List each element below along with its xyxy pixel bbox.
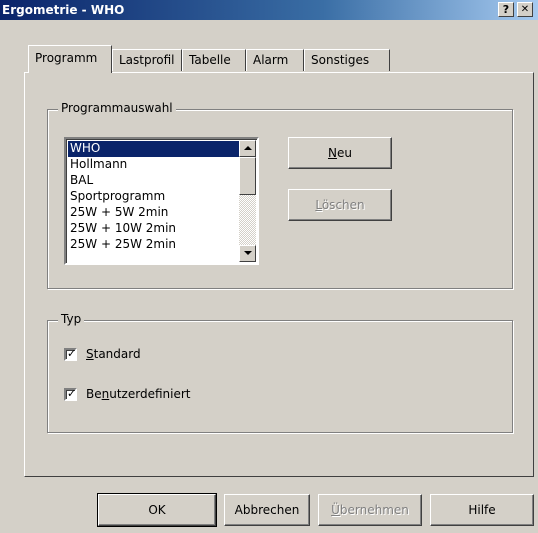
abbrechen-button[interactable]: Abbrechen bbox=[224, 494, 310, 526]
tab-sonstiges[interactable]: Sonstiges bbox=[304, 49, 390, 71]
dialog-window: Ergometrie - WHO ? ✕ Programm Lastprofil… bbox=[0, 0, 538, 533]
listbox-scrollbar[interactable] bbox=[239, 140, 256, 262]
ok-button[interactable]: OK bbox=[97, 493, 217, 527]
scroll-thumb[interactable] bbox=[239, 157, 256, 195]
scroll-down-button[interactable] bbox=[239, 245, 256, 262]
window-title: Ergometrie - WHO bbox=[2, 3, 125, 17]
uebernehmen-button[interactable]: Übernehmen bbox=[318, 494, 422, 526]
standard-checkbox[interactable]: ✓ bbox=[64, 348, 77, 361]
list-item-25w-10w[interactable]: 25W + 10W 2min bbox=[68, 221, 240, 237]
arrow-up-icon bbox=[244, 146, 252, 150]
close-icon[interactable]: ✕ bbox=[517, 2, 533, 17]
programmauswahl-label: Programmauswahl bbox=[58, 101, 176, 115]
neu-text-post: eu bbox=[336, 146, 352, 160]
standard-accel-key: S bbox=[86, 347, 94, 361]
check-icon: ✓ bbox=[67, 387, 77, 400]
tab-alarm[interactable]: Alarm bbox=[246, 49, 304, 71]
typ-label: Typ bbox=[58, 312, 85, 326]
standard-text-post: tandard bbox=[93, 347, 141, 361]
tab-tabelle[interactable]: Tabelle bbox=[182, 49, 246, 71]
tab-lastprofil[interactable]: Lastprofil bbox=[112, 49, 182, 71]
list-item-25w-25w[interactable]: 25W + 25W 2min bbox=[68, 237, 240, 253]
typ-group: Typ bbox=[47, 312, 513, 433]
benutzerdefiniert-text-pre: Be bbox=[86, 387, 102, 401]
loeschen-text-post: öschen bbox=[321, 198, 365, 212]
hilfe-button[interactable]: Hilfe bbox=[430, 494, 534, 526]
title-bar[interactable]: Ergometrie - WHO ? ✕ bbox=[0, 0, 538, 20]
benutzerdefiniert-checkbox[interactable]: ✓ bbox=[64, 388, 77, 401]
loeschen-button[interactable]: Löschen bbox=[288, 189, 392, 221]
list-item-sportprogramm[interactable]: Sportprogramm bbox=[68, 189, 240, 205]
help-icon[interactable]: ? bbox=[498, 2, 514, 17]
benutzerdefiniert-label[interactable]: Benutzerdefiniert bbox=[86, 387, 190, 401]
check-icon: ✓ bbox=[67, 347, 77, 360]
program-listbox[interactable]: WHO Hollmann BAL Sportprogramm 25W + 5W … bbox=[64, 137, 259, 265]
arrow-down-icon bbox=[244, 251, 252, 255]
uebernehmen-text-post: bernehmen bbox=[339, 503, 409, 517]
list-item-25w-5w[interactable]: 25W + 5W 2min bbox=[68, 205, 240, 221]
list-item-who[interactable]: WHO bbox=[68, 141, 240, 157]
list-item-bal[interactable]: BAL bbox=[68, 173, 240, 189]
standard-label[interactable]: Standard bbox=[86, 347, 141, 361]
list-item-hollmann[interactable]: Hollmann bbox=[68, 157, 240, 173]
tab-programm[interactable]: Programm bbox=[28, 45, 112, 73]
uebernehmen-accel-key: Ü bbox=[331, 503, 340, 517]
scroll-up-button[interactable] bbox=[239, 140, 256, 157]
benutzerdefiniert-text-post: utzerdefiniert bbox=[109, 387, 191, 401]
neu-button[interactable]: Neu bbox=[288, 137, 392, 169]
neu-accel-key: N bbox=[328, 146, 337, 160]
